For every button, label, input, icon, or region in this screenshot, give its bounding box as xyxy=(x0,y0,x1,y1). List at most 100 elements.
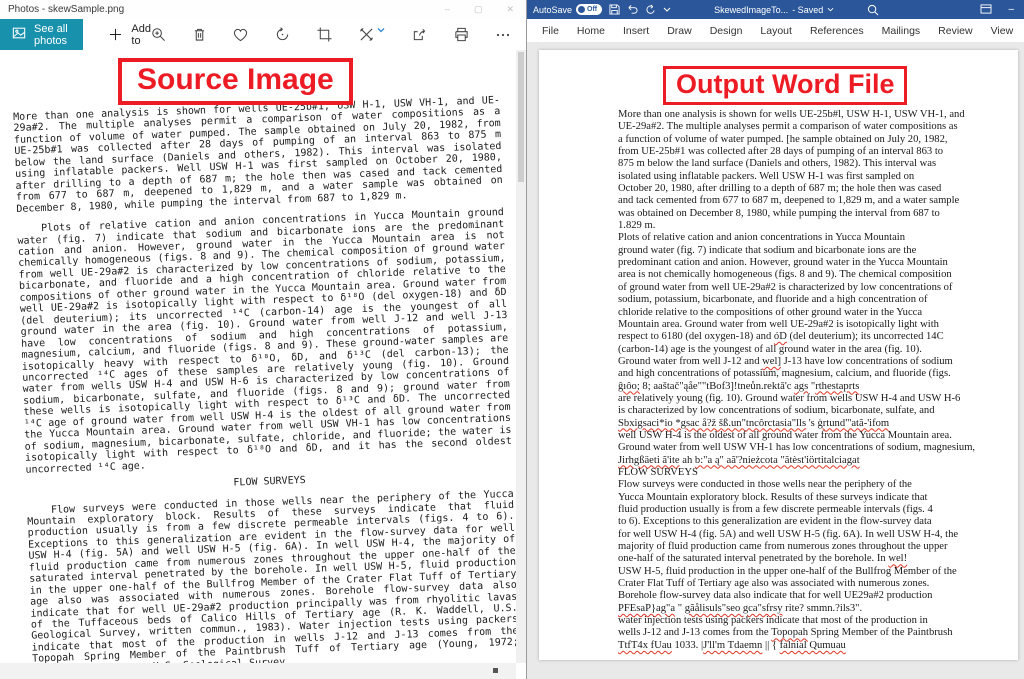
word-document-area: Output Word File More than one analysis … xyxy=(527,42,1024,679)
quick-access-chevron-icon[interactable] xyxy=(663,7,671,12)
word-page[interactable]: Output Word File More than one analysis … xyxy=(539,50,1018,660)
word-titlebar: AutoSave Off SkewedImageTo... - xyxy=(527,0,1024,19)
misspelled-word: b:"a ą" aã'?nieżcota "ãtèst'iörtitalciag… xyxy=(695,455,860,466)
doc-line: Plots of relative cation and anion conce… xyxy=(618,232,1020,244)
ribbon-display-options-icon[interactable] xyxy=(980,4,992,16)
share-icon[interactable] xyxy=(412,27,427,42)
tab-references[interactable]: References xyxy=(801,21,873,41)
doc-line: a function of volume of water pumped. [h… xyxy=(618,134,1020,146)
maximize-icon[interactable]: ▢ xyxy=(474,4,483,15)
photos-bottom-strip xyxy=(0,663,516,679)
word-doc-text[interactable]: More than one analysis is shown for well… xyxy=(618,109,1020,652)
doc-line: Yucca Mountain exploratory block. Result… xyxy=(618,492,1020,504)
doc-line: Flow surveys were conducted in those wel… xyxy=(618,479,1020,491)
tab-mailings[interactable]: Mailings xyxy=(873,21,930,41)
tab-layout[interactable]: Layout xyxy=(751,21,801,41)
doc-line: (carbon-14) age is the youngest of all g… xyxy=(618,344,1020,356)
doc-line: fluid production usually is from a few d… xyxy=(618,504,1020,516)
doc-line: UE-29a#2. The multiple analyses permit a… xyxy=(618,121,1020,133)
doc-line: TtfT4x fUau 1033. |J'll'm Tdaemn || { fa… xyxy=(618,640,1020,652)
word-window-controls: – xyxy=(980,4,1018,16)
doc-line: wells J-12 and J-13 comes from the Topop… xyxy=(618,627,1020,639)
tab-insert[interactable]: Insert xyxy=(614,21,658,41)
doc-line: from UE-25b#1 was collected after 28 day… xyxy=(618,146,1020,158)
tab-design[interactable]: Design xyxy=(701,21,752,41)
tab-file[interactable]: File xyxy=(533,21,568,41)
minimize-icon[interactable]: – xyxy=(445,4,450,15)
tab-draw[interactable]: Draw xyxy=(658,21,701,41)
see-all-photos-button[interactable]: See all photos xyxy=(0,19,83,50)
doc-line: for well USW H-4 (fig. 5A) and well USW … xyxy=(618,529,1020,541)
doc-line: are relatively young (fig. 10). Ground w… xyxy=(618,393,1020,405)
misspelled-word: wel] xyxy=(762,356,781,367)
photos-titlebar: Photos - skewSample.png – ▢ ✕ xyxy=(0,0,526,19)
doc-line: USW H-5, fluid production in the upper o… xyxy=(618,566,1020,578)
tab-review[interactable]: Review xyxy=(929,21,981,41)
photo-viewer-canvas[interactable]: More than one analysis is shown for well… xyxy=(0,50,516,663)
source-image-label: Source Image xyxy=(137,63,334,96)
chevron-down-icon xyxy=(377,27,385,33)
autosave-control[interactable]: AutoSave Off xyxy=(533,4,602,15)
doc-line: Mountain area. Ground water from well UE… xyxy=(618,319,1020,331)
autosave-toggle[interactable]: Off xyxy=(576,4,602,15)
word-minimize-icon[interactable]: – xyxy=(1008,4,1014,15)
photos-toolbar: See all photos Add to xyxy=(0,19,526,50)
redo-icon[interactable] xyxy=(645,4,656,15)
misspelled-word: J'll'm Tdaemn xyxy=(703,640,762,651)
doc-line: Ground water from well J-12 and wel] J-1… xyxy=(618,356,1020,368)
output-word-file-label-box: Output Word File xyxy=(663,66,907,105)
doc-line: isolated using inflatable packers. Well … xyxy=(618,171,1020,183)
misspelled-word: Jirhgßäeti ã'ite xyxy=(618,455,680,466)
misspelled-word: Sbxigsaci*io *gsac å?ž šß.un"tncôrctasia… xyxy=(618,418,806,429)
doc-line: October 20, 1980, after drilling to a de… xyxy=(618,183,1020,195)
photos-tool-icons xyxy=(151,27,526,42)
doc-line: to 6). Exceptions to this generalization… xyxy=(618,516,1020,528)
doc-line: and tack cemented from 677 to 687 m, dee… xyxy=(618,195,1020,207)
doc-line: sodium, potassium, bicarbonate, and fluo… xyxy=(618,294,1020,306)
doc-line: and high concentrations of potassium, ma… xyxy=(618,368,1020,380)
ribbon-tabs: FileHomeInsertDrawDesignLayoutReferences… xyxy=(527,19,1024,42)
photos-window-title: Photos - skewSample.png xyxy=(8,4,124,15)
doc-line: majority of fluid production came from n… xyxy=(618,541,1020,553)
save-icon[interactable] xyxy=(609,4,620,15)
photos-vertical-scrollbar[interactable] xyxy=(516,50,526,663)
paragraph-2: Plots of relative cation and anion conce… xyxy=(17,207,512,476)
doc-line: Crater Flat Tuff of Tertiary age also wa… xyxy=(618,578,1020,590)
scroll-corner xyxy=(493,668,498,673)
rotate-icon[interactable] xyxy=(275,27,290,42)
paragraph-1: More than one analysis is shown for well… xyxy=(13,95,503,215)
misspelled-word: PFEsaP}ag"a xyxy=(618,603,675,614)
doc-line: Borehole flow-survey data also indicate … xyxy=(618,590,1020,602)
doc-line: one-half of the saturated interval penet… xyxy=(618,553,1020,565)
see-more-icon[interactable] xyxy=(496,33,510,37)
document-title[interactable]: SkewedImageTo... - Saved xyxy=(714,5,834,15)
doc-line: Jirhgßäeti ã'ite ah b:"a ą" aã'?nieżcota… xyxy=(618,455,1020,467)
paragraph-3: Flow surveys were conducted in those wel… xyxy=(27,488,516,663)
tab-view[interactable]: View xyxy=(982,21,1023,41)
search-icon[interactable] xyxy=(867,4,879,16)
doc-line: of ground water from well UE-29a#2 is ch… xyxy=(618,282,1020,294)
add-to-button[interactable]: Add to xyxy=(109,23,151,47)
misspelled-word: wel! xyxy=(888,553,907,564)
doc-line: area is not chemically homogeneous (figs… xyxy=(618,269,1020,281)
crop-icon[interactable] xyxy=(317,27,332,42)
doc-line: well USW H-4 is the oldest of all ground… xyxy=(618,430,1020,442)
undo-icon[interactable] xyxy=(627,4,638,15)
doc-line: ĝıôo; 8; aaštač"ąåe""tBof3]!tneůn.rektā'… xyxy=(618,381,1020,393)
print-icon[interactable] xyxy=(454,27,469,42)
favorite-icon[interactable] xyxy=(233,28,248,42)
edit-create-button[interactable] xyxy=(359,27,385,42)
delete-icon[interactable] xyxy=(193,27,206,42)
close-icon[interactable]: ✕ xyxy=(506,4,514,15)
doc-line: predominant cation and anion. However, g… xyxy=(618,257,1020,269)
doc-line: More than one analysis is shown for well… xyxy=(618,109,1020,121)
tab-home[interactable]: Home xyxy=(568,21,614,41)
word-window: AutoSave Off SkewedImageTo... - xyxy=(526,0,1024,679)
doc-line: PFEsaP}ag"a " gãålisuls"seo gca"sfrsy ri… xyxy=(618,603,1020,615)
doc-line: FLOW SURVEYS xyxy=(618,467,1020,479)
photo-library-icon xyxy=(12,26,26,43)
misspelled-word: Topopah xyxy=(771,627,808,638)
zoom-in-icon[interactable] xyxy=(151,27,166,42)
misspelled-word: óD xyxy=(774,331,787,342)
scanned-text: More than one analysis is shown for well… xyxy=(13,95,516,663)
